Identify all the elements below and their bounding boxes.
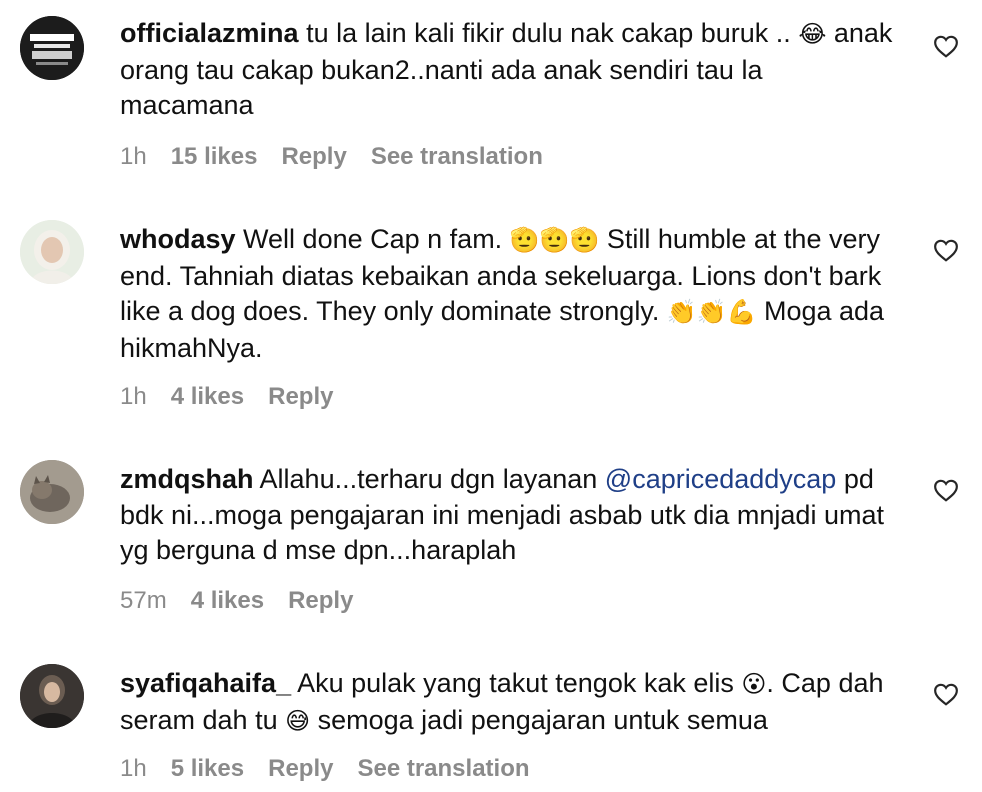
comment-username[interactable]: whodasy xyxy=(120,224,236,254)
comment-text: officialazmina tu la lain kali fikir dul… xyxy=(120,16,900,124)
comment-meta: 1h 4 likes Reply xyxy=(120,383,357,411)
avatar[interactable] xyxy=(20,460,84,524)
comment-time: 1h xyxy=(120,143,147,170)
avatar[interactable] xyxy=(20,664,84,728)
laughing-emoji: 😂 xyxy=(798,20,827,48)
clap-emoji: 👏👏💪 xyxy=(666,298,757,326)
comment-text: whodasy Well done Cap n fam. 🫡🫡🫡 Still h… xyxy=(120,222,900,366)
comment-username[interactable]: officialazmina xyxy=(120,18,299,48)
avatar[interactable] xyxy=(20,220,84,284)
heart-icon[interactable] xyxy=(933,478,959,502)
heart-icon[interactable] xyxy=(933,34,959,58)
avatar-image xyxy=(20,664,84,728)
reply-button[interactable]: Reply xyxy=(288,587,353,615)
likes-count[interactable]: 4 likes xyxy=(191,587,264,615)
surprised-emoji: 😮 xyxy=(741,670,767,698)
comment-meta: 1h 5 likes Reply See translation xyxy=(120,755,554,783)
reply-button[interactable]: Reply xyxy=(281,143,346,171)
likes-count[interactable]: 15 likes xyxy=(171,143,258,171)
comment-text-segment: semoga jadi pengajaran untuk semua xyxy=(310,704,768,735)
reply-button[interactable]: Reply xyxy=(268,383,333,411)
heart-icon[interactable] xyxy=(933,238,959,262)
see-translation-button[interactable]: See translation xyxy=(357,755,529,783)
comment-meta: 57m 4 likes Reply xyxy=(120,587,377,615)
comment-time: 1h xyxy=(120,755,147,782)
reply-button[interactable]: Reply xyxy=(268,755,333,783)
comment-text-segment: Aku pulak yang takut tengok kak elis xyxy=(297,668,742,698)
comment-text-segment: Well done Cap n fam. xyxy=(243,224,510,254)
comment-text-segment: Allahu...terharu dgn layanan xyxy=(259,464,605,494)
avatar-image xyxy=(20,220,84,284)
see-translation-button[interactable]: See translation xyxy=(371,143,543,171)
comment-time: 1h xyxy=(120,383,147,410)
mention-link[interactable]: @capricedaddycap xyxy=(605,464,837,494)
heart-icon[interactable] xyxy=(933,682,959,706)
comment-text-segment: tu la lain kali fikir dulu nak cakap bur… xyxy=(306,18,799,48)
comment-text: zmdqshah Allahu...terharu dgn layanan @c… xyxy=(120,462,900,569)
comment-time: 57m xyxy=(120,587,167,614)
comment-meta: 1h 15 likes Reply See translation xyxy=(120,143,567,171)
comment-username[interactable]: zmdqshah xyxy=(120,464,254,494)
likes-count[interactable]: 4 likes xyxy=(171,383,244,411)
comment-username[interactable]: syafiqahaifa_ xyxy=(120,668,291,698)
comment-text: syafiqahaifa_ Aku pulak yang takut tengo… xyxy=(120,666,900,739)
avatar-image xyxy=(20,16,84,80)
likes-count[interactable]: 5 likes xyxy=(171,755,244,783)
salute-emoji: 🫡🫡🫡 xyxy=(509,226,600,254)
avatar-image xyxy=(20,460,84,524)
avatar[interactable] xyxy=(20,16,84,80)
sweat-smile-emoji: 😅 xyxy=(285,706,311,735)
